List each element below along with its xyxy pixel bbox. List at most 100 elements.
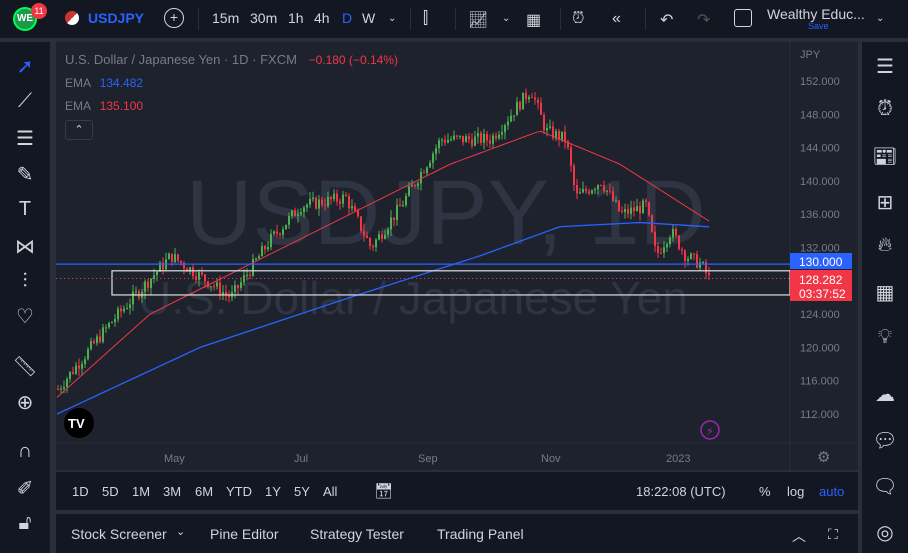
range-All[interactable]: All xyxy=(323,484,337,499)
add-symbol-icon[interactable]: + xyxy=(164,8,184,28)
candle-body xyxy=(285,224,287,230)
candle-body xyxy=(96,336,98,344)
range-YTD[interactable]: YTD xyxy=(226,484,252,499)
candle-body xyxy=(351,206,353,209)
candle-body xyxy=(396,204,398,221)
fib-icon[interactable]: ☰ xyxy=(10,126,40,151)
candle-body xyxy=(684,250,686,261)
redo-icon[interactable]: ↷ xyxy=(697,10,710,30)
add-list-icon[interactable]: ⊞ xyxy=(870,190,900,215)
undo-icon[interactable]: ↶ xyxy=(660,10,673,30)
range-1M[interactable]: 1M xyxy=(132,484,150,499)
tf-15m[interactable]: 15m xyxy=(212,10,239,26)
candle-body xyxy=(90,341,92,350)
candle-body xyxy=(627,209,629,214)
maximize-panel-icon[interactable]: ⛶ xyxy=(828,526,838,543)
candle-body xyxy=(477,133,479,137)
range-1D[interactable]: 1D xyxy=(72,484,89,499)
range-bar: 1D 5D 1M 3M 6M YTD 1Y 5Y All 📅︎ 18:22:08… xyxy=(56,472,858,510)
calendar-icon[interactable]: ▦ xyxy=(870,280,900,305)
ema-legend-2[interactable]: EMA 135.100 xyxy=(65,99,143,113)
candle-body xyxy=(258,256,260,259)
chevron-down-icon[interactable]: ⌄ xyxy=(388,13,396,24)
chart-pane[interactable]: USDJPY, 1D U.S. Dollar / Japanese Yen 15… xyxy=(56,42,858,470)
tab-pine-editor[interactable]: Pine Editor xyxy=(210,526,278,542)
log-toggle[interactable]: log xyxy=(787,484,804,499)
candle-body xyxy=(414,185,416,187)
price-tick: 116.000 xyxy=(800,376,839,388)
symbol-search[interactable]: USDJPY xyxy=(88,10,144,26)
tab-trading-panel[interactable]: Trading Panel xyxy=(437,526,524,542)
lock-icon[interactable]: 🔓︎ xyxy=(10,512,40,535)
collapse-legend-button[interactable]: ⌃ xyxy=(65,120,93,140)
chevron-down-icon[interactable]: ⌄ xyxy=(176,525,185,538)
date-range-icon[interactable]: 📅︎ xyxy=(374,482,393,500)
brush-icon[interactable]: ✎ xyxy=(10,162,40,187)
chevron-down-icon[interactable]: ⌄ xyxy=(876,13,884,24)
range-5Y[interactable]: 5Y xyxy=(294,484,310,499)
replay-icon[interactable]: « xyxy=(612,10,621,28)
tf-4h[interactable]: 4h xyxy=(314,10,330,26)
tab-stock-screener[interactable]: Stock Screener xyxy=(71,526,167,542)
fullscreen-toggle-icon[interactable] xyxy=(734,9,752,27)
percent-toggle[interactable]: % xyxy=(759,484,771,499)
indicators-icon[interactable]: 📈︎ xyxy=(468,10,488,30)
alarm-icon[interactable]: ⏰︎ xyxy=(870,98,900,121)
settings-gear-icon[interactable]: ⚙ xyxy=(817,449,830,466)
ideas-icon[interactable]: 💡︎ xyxy=(870,326,900,349)
hotlist-icon[interactable]: 🔥︎ xyxy=(870,234,900,257)
tf-D[interactable]: D xyxy=(342,10,352,26)
price-chart[interactable]: USDJPY, 1D U.S. Dollar / Japanese Yen 15… xyxy=(56,42,858,470)
tf-30m[interactable]: 30m xyxy=(250,10,277,26)
chats-icon[interactable]: 💬︎ xyxy=(870,428,900,453)
tf-1h[interactable]: 1h xyxy=(288,10,304,26)
auto-toggle[interactable]: auto xyxy=(819,484,844,499)
zoom-icon[interactable]: ⊕ xyxy=(10,390,40,415)
chevron-down-icon[interactable]: ⌄ xyxy=(502,13,510,24)
text-icon[interactable]: T xyxy=(10,198,40,221)
heart-icon[interactable]: ♡ xyxy=(10,304,40,329)
lock-drawings-icon[interactable]: ✐ xyxy=(10,476,40,501)
range-6M[interactable]: 6M xyxy=(195,484,213,499)
price-tick: 140.000 xyxy=(800,176,840,188)
candles-icon[interactable]: ⫿ xyxy=(423,10,428,28)
candle-body xyxy=(336,193,338,202)
candle-body xyxy=(144,281,146,292)
streams-icon[interactable]: ☁ xyxy=(870,382,900,407)
range-1Y[interactable]: 1Y xyxy=(265,484,281,499)
candle-body xyxy=(687,258,689,261)
watchlist-icon[interactable]: ☰ xyxy=(870,54,900,79)
range-3M[interactable]: 3M xyxy=(163,484,181,499)
forecast-icon[interactable]: ⫶ xyxy=(10,270,40,293)
candle-body xyxy=(108,322,110,328)
candle-body xyxy=(300,212,302,215)
currency-label[interactable]: JPY xyxy=(800,49,821,61)
candle-body xyxy=(255,258,257,260)
layout-name[interactable]: Wealthy Educ... xyxy=(767,6,865,22)
alert-icon[interactable]: ⏰︎ xyxy=(572,10,584,28)
news-icon[interactable]: 📰︎ xyxy=(870,144,900,169)
clock-label[interactable]: 18:22:08 (UTC) xyxy=(636,484,726,499)
candle-body xyxy=(405,195,407,206)
candle-body xyxy=(168,253,170,260)
tab-strategy-tester[interactable]: Strategy Tester xyxy=(310,526,404,542)
candle-body xyxy=(408,186,410,196)
save-button[interactable]: Save xyxy=(808,21,829,31)
candle-body xyxy=(252,258,254,276)
top-toolbar: WE 11 USDJPY + 15m 30m 1h 4h D W ⌄ ⫿ 📈︎ … xyxy=(0,0,908,38)
layouts-icon[interactable]: ▦ xyxy=(526,10,541,30)
tf-W[interactable]: W xyxy=(362,10,375,26)
range-5D[interactable]: 5D xyxy=(102,484,119,499)
candle-body xyxy=(633,207,635,212)
messages-icon[interactable]: 🗨 xyxy=(870,474,900,499)
ruler-icon[interactable]: 📏︎ xyxy=(10,354,40,379)
collapse-panel-icon[interactable]: ︿ xyxy=(792,526,806,546)
pattern-icon[interactable]: ⋈ xyxy=(10,234,40,259)
cursor-icon[interactable]: ➚ xyxy=(10,54,40,79)
ema-legend-1[interactable]: EMA 134.482 xyxy=(65,76,143,90)
magnet-icon[interactable]: ∩ xyxy=(10,440,40,463)
help-icon[interactable]: ◎ xyxy=(870,520,900,545)
price-tick: 148.000 xyxy=(800,109,840,121)
trendline-icon[interactable]: ⟋ xyxy=(10,90,40,113)
candle-body xyxy=(498,134,500,139)
